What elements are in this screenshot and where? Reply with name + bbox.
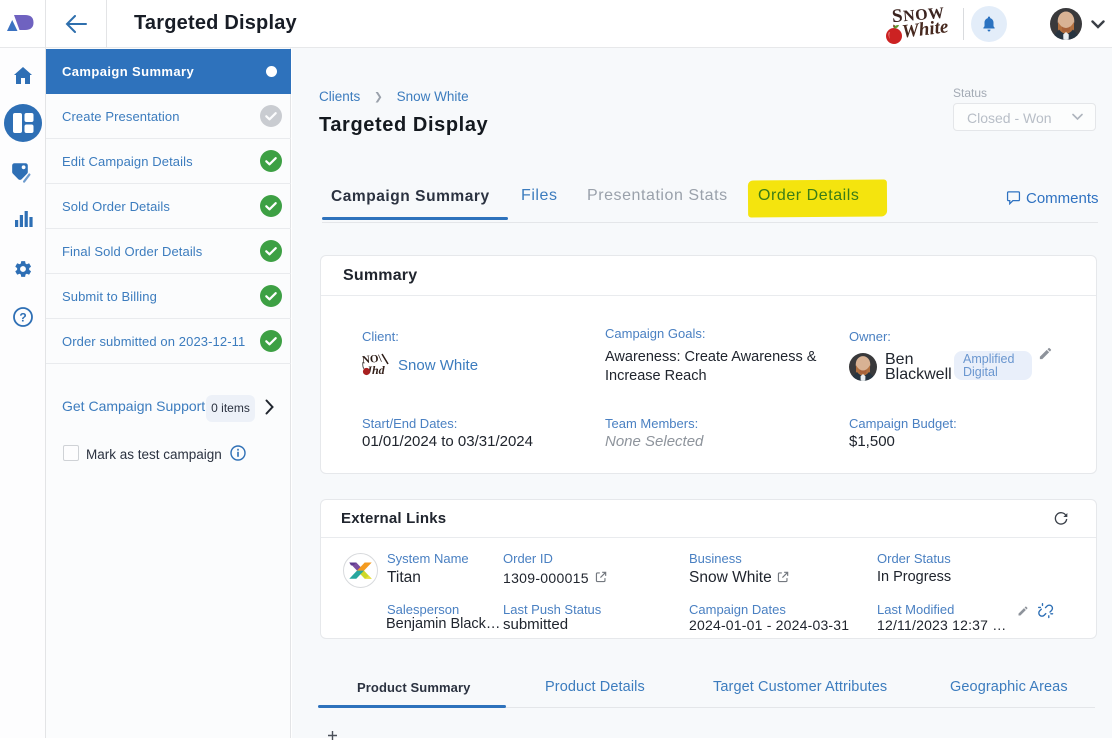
svg-text:?: ? <box>19 311 26 325</box>
